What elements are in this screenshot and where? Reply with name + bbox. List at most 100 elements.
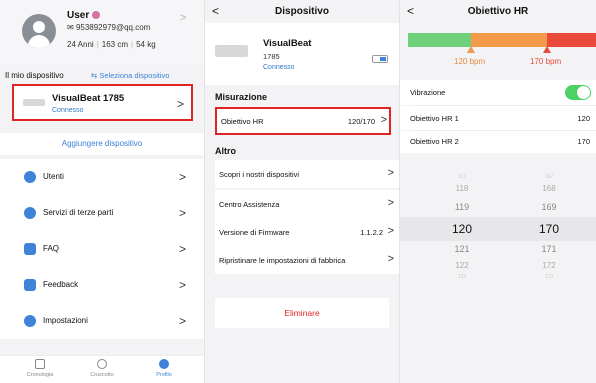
users-icon [24,171,36,183]
page-title: Obiettivo HR [467,6,529,17]
picker-left-item[interactable]: 122 [442,261,482,270]
add-device-button[interactable]: Aggiungere dispositivo [0,133,204,155]
chevron-right-icon: > [178,278,186,292]
picker-left-item[interactable]: 123 [442,274,482,280]
hr1-value: 120 [577,114,590,123]
section-other: Altro [215,146,236,156]
tab-profile[interactable]: Profilo [134,359,194,378]
gear-icon [24,315,36,327]
hr-picker[interactable]: 117 118 119 120 121 122 123 167 168 169 … [400,162,596,383]
profile-header[interactable]: User > ✉ 953892979@qq.com 24 Anni | 163 cm… [0,0,204,64]
bottom-tab-bar: Cronologia Cruscotto Profilo [0,355,204,383]
dashboard-icon [97,359,107,369]
hr-target-screen: < Obiettivo HR 120 bpm 170 bpm Vibrazion… [400,0,596,383]
select-device-link[interactable]: Seleziona dispositivo [99,71,169,80]
row-label: Obiettivo HR 1 [410,114,459,123]
device-model: 1785 [263,52,280,61]
profile-icon [159,359,169,369]
menu-label: FAQ [43,244,60,253]
user-email: 953892979@qq.com [75,23,151,32]
chevron-right-icon[interactable]: > [180,12,186,24]
vibration-toggle[interactable] [565,85,591,100]
menu-item-third-party[interactable]: Servizi di terze parti > [0,195,204,231]
row-label: Scopri i nostri dispositivi [219,170,300,179]
chevron-right-icon: > [178,314,186,328]
chevron-right-icon: > [178,170,186,184]
profile-screen: User > ✉ 953892979@qq.com 24 Anni | 163 cm… [0,0,204,383]
row-label: Obiettivo HR [221,117,264,126]
chevron-right-icon: > [387,197,394,209]
vibration-row: Vibrazione [400,80,596,105]
high-bpm-label: 170 bpm [530,57,562,66]
picker-right-item[interactable]: 167 [529,174,569,180]
page-title: Dispositivo [275,6,329,17]
device-summary: VisualBeat 1785 Connesso [205,23,399,85]
menu-item-faq[interactable]: FAQ > [0,231,204,267]
user-weight: 54 kg [136,40,156,49]
row-factory-reset[interactable]: Ripristinare le impostazioni di fabbrica… [215,246,399,274]
chevron-right-icon: > [178,206,186,220]
picker-left-item[interactable]: 118 [442,184,482,193]
chevron-right-icon: > [178,242,186,256]
row-label: Ripristinare le impostazioni di fabbrica [219,256,346,265]
device-status: Connesso [263,64,295,71]
section-measurement: Misurazione [215,92,268,102]
menu-item-feedback[interactable]: Feedback > [0,267,204,303]
menu-item-settings[interactable]: Impostazioni > [0,303,204,339]
device-status: Connesso [52,107,84,114]
firmware-value: 1.1.2.2 [360,228,383,237]
picker-right-item[interactable]: 172 [529,261,569,270]
picker-left-item[interactable]: 119 [442,202,482,212]
chevron-right-icon: > [387,225,394,237]
picker-left-selected[interactable]: 120 [442,222,482,236]
delete-device-button[interactable]: Eliminare [215,298,389,328]
menu-item-users[interactable]: Utenti > [0,159,204,195]
chevron-right-icon: > [176,97,184,111]
device-name: VisualBeat 1785 [52,93,125,104]
avatar[interactable] [22,14,56,48]
user-stats: 24 Anni | 163 cm | 54 kg [67,40,156,49]
chat-bubble-icon [24,279,36,291]
row-help-center[interactable]: Centro Assistenza > [215,190,399,218]
user-name: User [67,10,90,21]
row-discover-devices[interactable]: Scopri i nostri dispositivi > [215,160,399,188]
hr-zone-bar: 120 bpm 170 bpm [400,24,596,80]
zone-mid [471,33,547,47]
switch-icon: ⇆ [91,71,98,80]
gender-female-icon [92,11,101,19]
picker-right-item[interactable]: 173 [529,274,569,280]
picker-left-item[interactable]: 121 [442,244,482,254]
user-age: 24 Anni [67,40,94,49]
low-marker-icon [467,46,475,53]
device-card[interactable]: VisualBeat 1785 Connesso > [12,84,193,121]
device-name: VisualBeat [263,38,312,49]
picker-left-item[interactable]: 117 [442,174,482,180]
tab-label: Cronologia [26,372,54,378]
battery-icon [372,55,388,63]
tab-label: Cruscotto [90,372,114,378]
picker-right-item[interactable]: 171 [529,244,569,254]
row-label: Centro Assistenza [219,200,280,209]
tab-history[interactable]: Cronologia [10,359,70,378]
hr1-row[interactable]: Obiettivo HR 1 120 [400,106,596,130]
zone-high [547,33,596,47]
row-label: Vibrazione [410,88,446,97]
chevron-right-icon: > [380,114,387,126]
row-firmware-version[interactable]: Versione di Firmware 1.1.2.2 > [215,218,399,246]
hr-target-row[interactable]: Obiettivo HR 120/170 > [215,107,391,135]
picker-right-item[interactable]: 169 [529,202,569,212]
row-label: Versione di Firmware [219,228,290,237]
high-marker-icon [543,46,551,53]
picker-right-item[interactable]: 168 [529,184,569,193]
hr2-row[interactable]: Obiettivo HR 2 170 [400,131,596,153]
row-label: Obiettivo HR 2 [410,137,459,146]
chevron-right-icon: > [387,167,394,179]
mail-icon: ✉ [67,23,74,32]
menu-label: Utenti [43,172,64,181]
tab-dashboard[interactable]: Cruscotto [72,359,132,378]
low-bpm-label: 120 bpm [454,57,486,66]
hr2-value: 170 [577,137,590,146]
picker-right-selected[interactable]: 170 [529,222,569,236]
device-image [23,99,45,106]
chevron-right-icon: > [387,253,394,265]
